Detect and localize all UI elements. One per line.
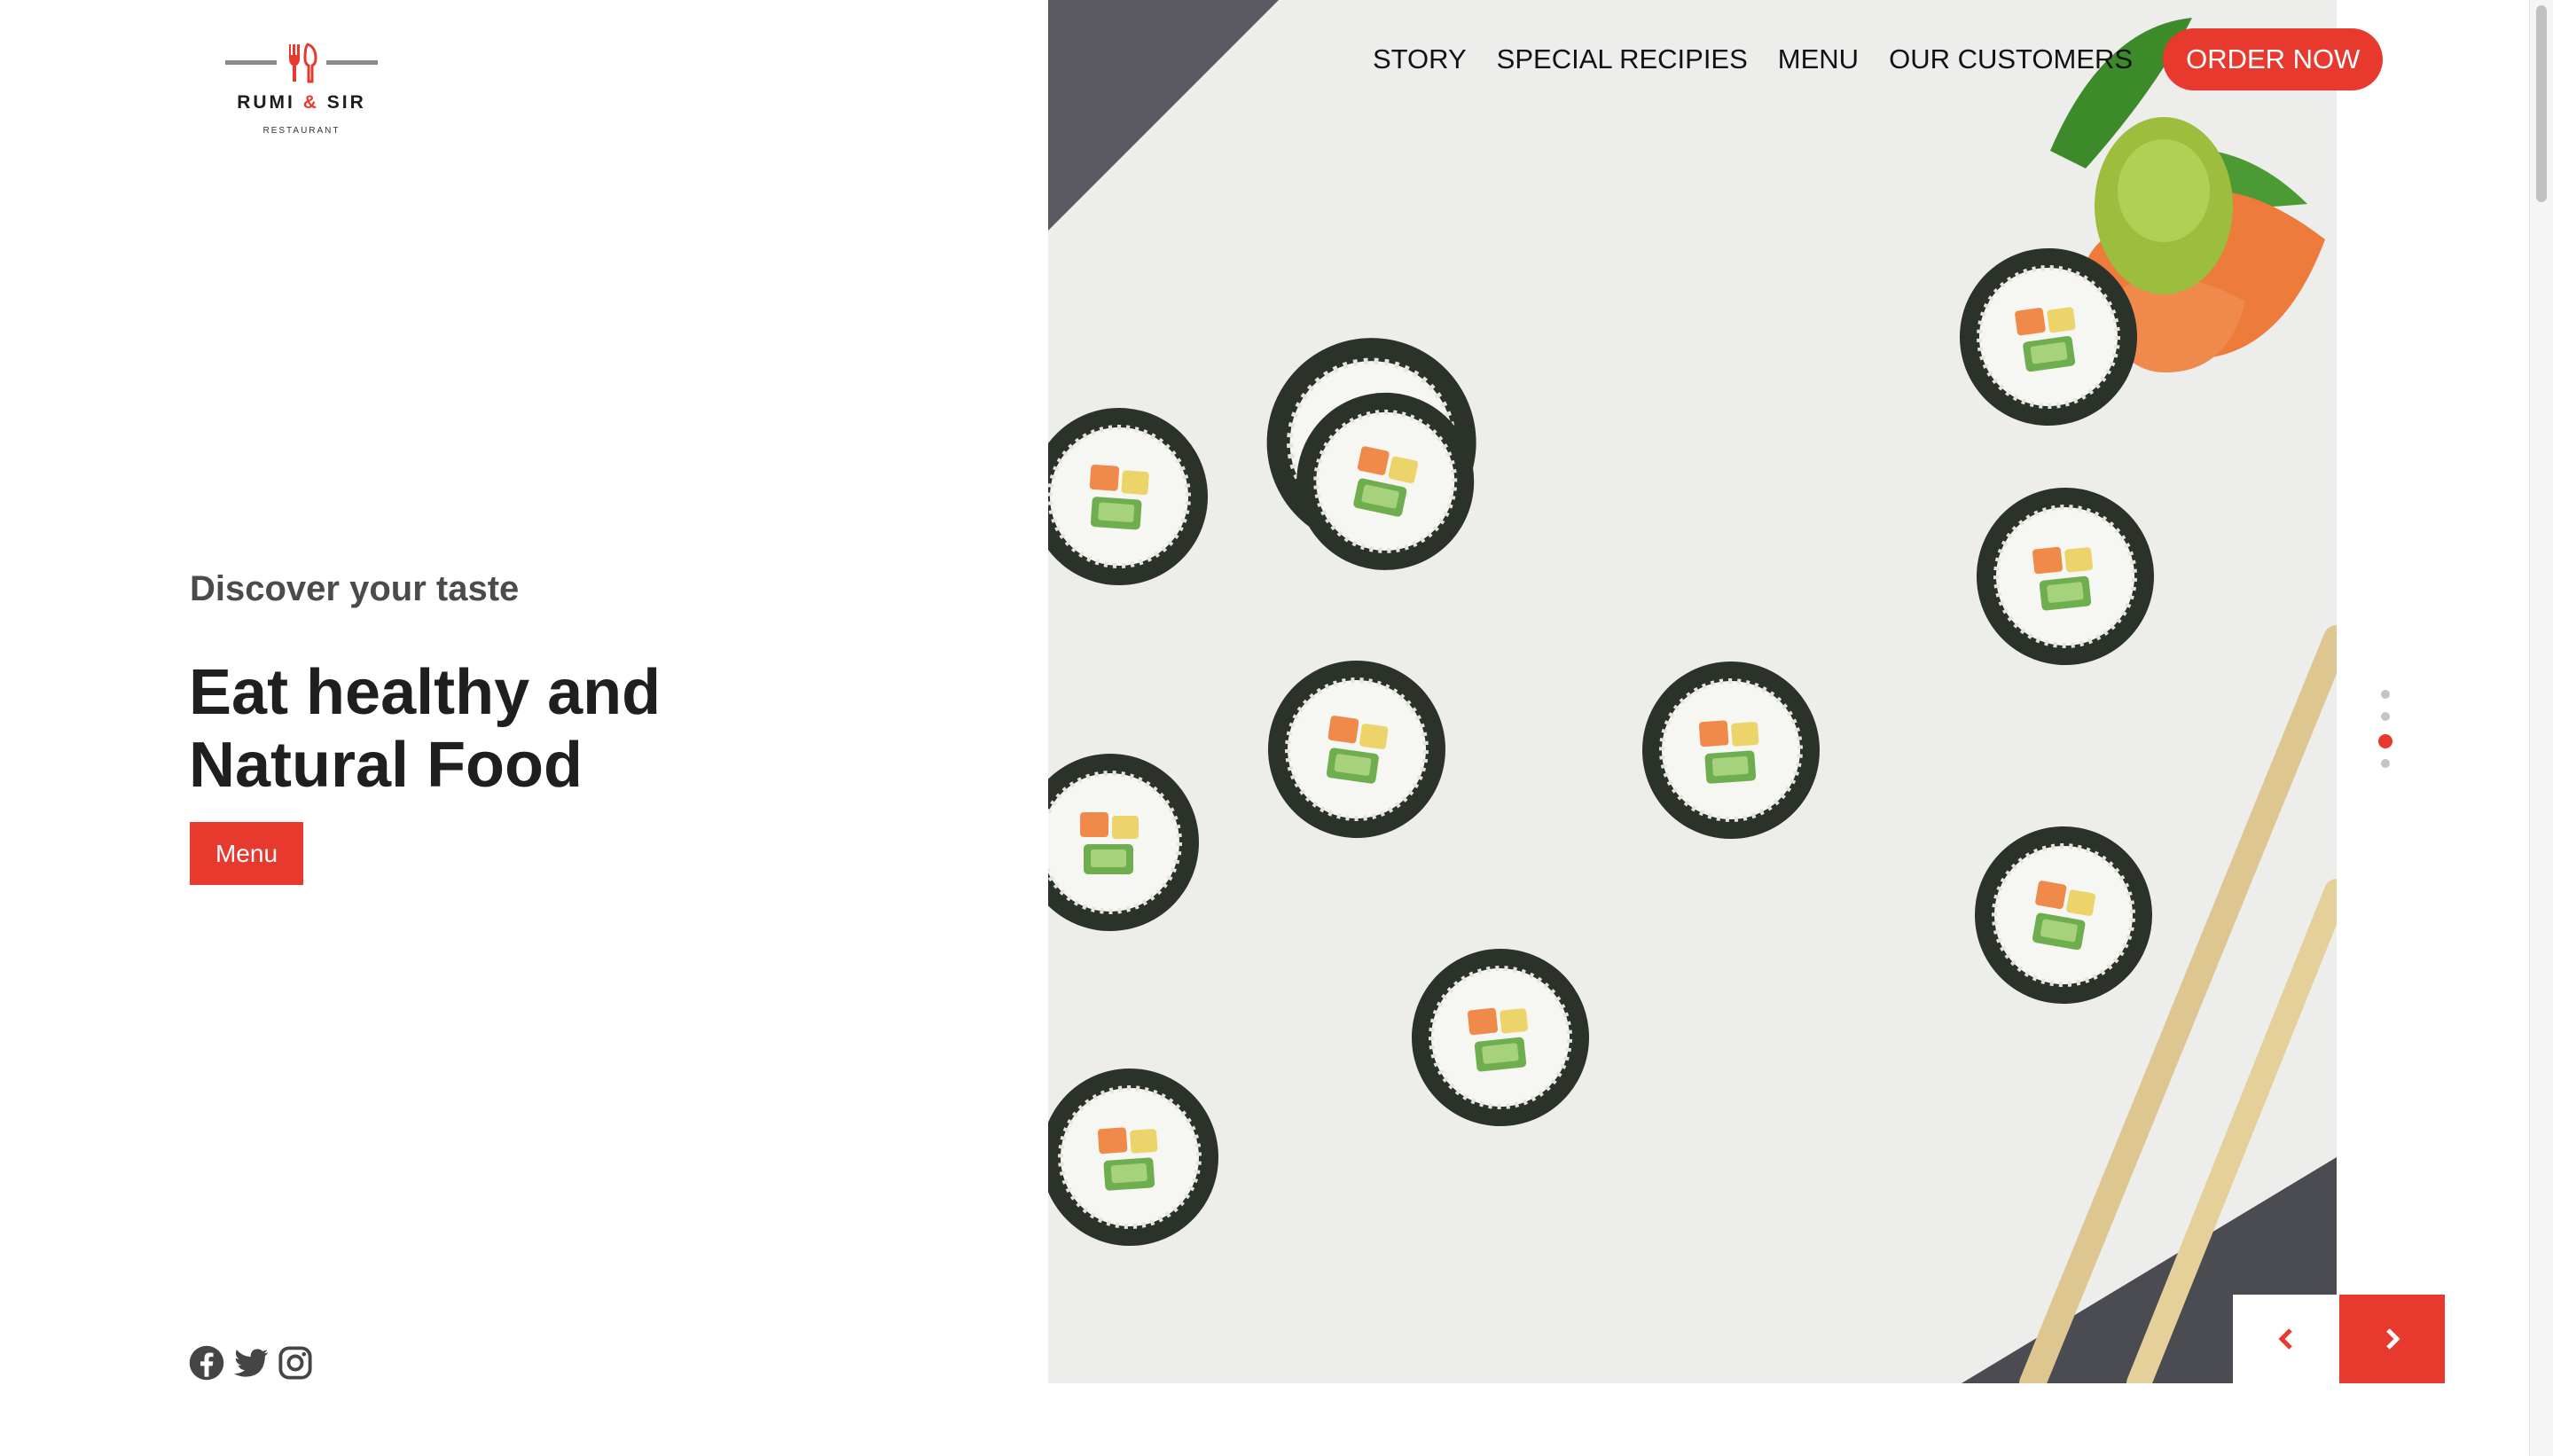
order-now-button[interactable]: ORDER NOW xyxy=(2163,28,2384,90)
hero-image xyxy=(1048,0,2337,1383)
social-links xyxy=(188,1344,314,1382)
hero-headline: Eat healthy and Natural Food xyxy=(189,656,810,802)
headline-line-2: Natural Food xyxy=(189,730,583,801)
logo-wordmark: RUMI & SIR xyxy=(237,92,366,113)
facebook-icon[interactable] xyxy=(188,1344,225,1382)
logo-subtitle: RESTAURANT xyxy=(262,126,341,136)
slider-next-button[interactable] xyxy=(2339,1295,2445,1383)
logo-ampersand: & xyxy=(302,92,319,113)
hero-eyebrow: Discover your taste xyxy=(190,569,520,608)
slider-dots xyxy=(2378,690,2392,781)
instagram-icon[interactable] xyxy=(277,1344,314,1382)
nav-link-our-customers[interactable]: OUR CUSTOMERS xyxy=(1889,43,2133,75)
twitter-icon[interactable] xyxy=(232,1344,270,1382)
slider-dot-active[interactable] xyxy=(2378,734,2392,748)
slider-prev-button[interactable] xyxy=(2233,1295,2338,1383)
headline-line-1: Eat healthy and xyxy=(189,657,662,728)
chevron-right-icon xyxy=(2385,1328,2400,1350)
slider-dot[interactable] xyxy=(2381,712,2390,721)
chevron-left-icon xyxy=(2277,1328,2292,1350)
page-scrollbar[interactable] xyxy=(2529,0,2553,1456)
nav-link-menu[interactable]: MENU xyxy=(1778,43,1859,75)
menu-button[interactable]: Menu xyxy=(190,822,303,885)
sushi-photo xyxy=(1048,0,2337,1383)
nav-link-story[interactable]: STORY xyxy=(1373,43,1467,75)
slider-dot[interactable] xyxy=(2381,690,2390,699)
slider-dot[interactable] xyxy=(2381,759,2390,768)
nav-link-special-recipies[interactable]: SPECIAL RECIPIES xyxy=(1497,43,1748,75)
logo[interactable]: RUMI & SIR RESTAURANT xyxy=(222,41,381,147)
fork-and-knife-icon xyxy=(225,43,378,83)
main-nav: STORY SPECIAL RECIPIES MENU OUR CUSTOMER… xyxy=(1373,28,2384,90)
scrollbar-thumb[interactable] xyxy=(2536,5,2547,202)
